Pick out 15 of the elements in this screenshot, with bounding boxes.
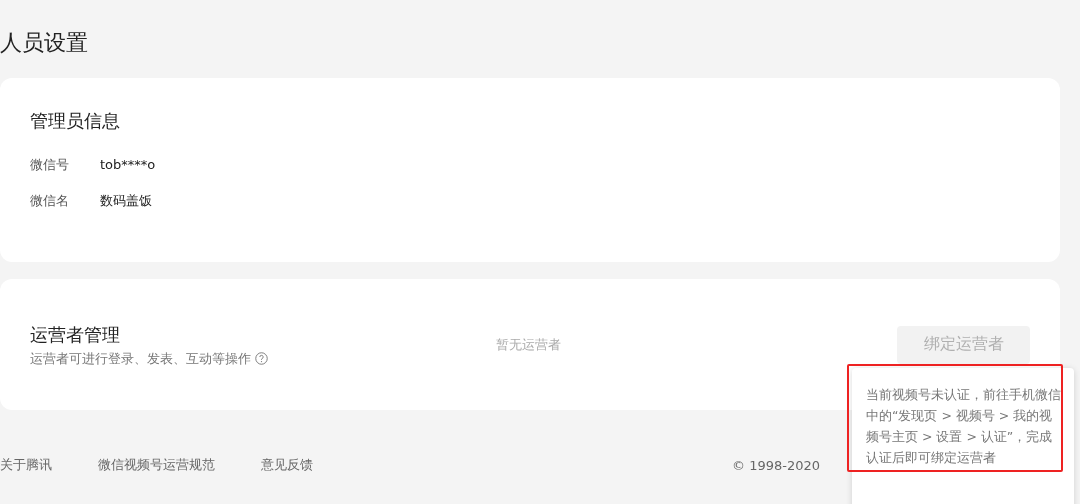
footer-link[interactable]: 微信视频号运营规范 — [98, 456, 215, 474]
card-description: 运营者可进行登录、发表、互动等操作 — [30, 349, 251, 368]
page-title: 人员设置 — [0, 29, 88, 57]
empty-state-text: 暂无运营者 — [496, 335, 562, 354]
tooltip-text: 当前视频号未认证，前往手机微信中的“发现页 > 视频号 > 我的视频号主页 > 设置 > 认证”，完成认证后即可绑定运营者 — [866, 386, 1062, 467]
card-title: 运营者管理 — [30, 322, 121, 347]
card-title: 管理员信息 — [30, 109, 121, 133]
field-label: 微信名 — [30, 192, 70, 210]
copyright-text: © 1998-2020 — [732, 457, 820, 473]
field-value: 数码盖饭 — [100, 192, 152, 210]
field-label: 微信号 — [30, 156, 70, 174]
footer-link[interactable]: 关于腾讯 — [0, 456, 52, 474]
help-icon[interactable] — [255, 352, 268, 365]
field-value: tob****o — [100, 156, 156, 174]
footer-link[interactable]: 意见反馈 — [261, 456, 313, 474]
